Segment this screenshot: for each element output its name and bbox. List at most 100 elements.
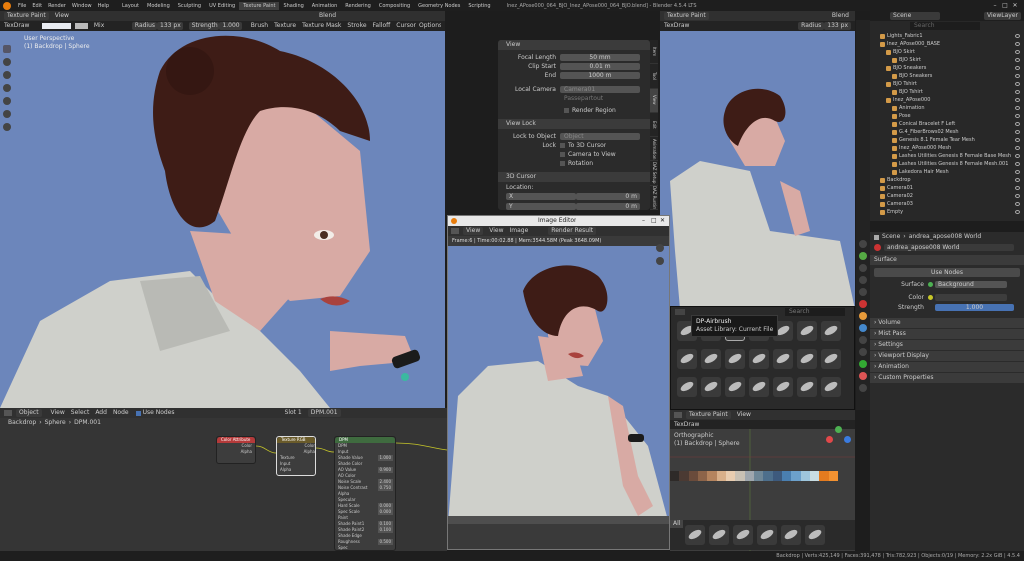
- visibility-eye-icon[interactable]: [1015, 130, 1020, 134]
- brush-thumb[interactable]: [797, 321, 817, 341]
- brush-menu-item[interactable]: Stroke: [344, 22, 369, 30]
- brush-menu-item[interactable]: Texture Mask: [299, 22, 344, 30]
- outliner-item[interactable]: Lashes Utilities Genesis 8 Female Base M…: [874, 152, 1024, 160]
- right-mode-dropdown[interactable]: Texture Paint: [664, 12, 709, 20]
- property-section-header[interactable]: › Settings: [870, 340, 1024, 350]
- brush-thumb[interactable]: [821, 377, 841, 397]
- palette-swatch[interactable]: [791, 471, 801, 481]
- brush-thumb[interactable]: [797, 349, 817, 369]
- physics-icon[interactable]: [859, 336, 867, 344]
- cursor-y-field[interactable]: 0 m: [576, 203, 640, 210]
- workspace-tab[interactable]: Animation: [308, 2, 342, 10]
- n-panel-tab[interactable]: Animation: [650, 137, 658, 162]
- br-mode-dropdown[interactable]: Texture Paint: [686, 411, 731, 419]
- mode-dropdown[interactable]: Texture Paint: [4, 12, 49, 20]
- view-section-header[interactable]: View: [498, 40, 650, 50]
- ie-view-dropdown[interactable]: View: [463, 227, 484, 235]
- outliner-item[interactable]: BJO Sneakers: [874, 72, 1024, 80]
- brush-thumb[interactable]: [733, 525, 754, 545]
- maximize-icon[interactable]: □: [1000, 2, 1010, 10]
- outliner-item[interactable]: Animation: [874, 104, 1024, 112]
- main-menu-item[interactable]: Render: [45, 2, 69, 10]
- brush-thumb[interactable]: [701, 377, 721, 397]
- brush-thumb[interactable]: [677, 349, 697, 369]
- world-icon[interactable]: [859, 300, 867, 308]
- brush-thumb[interactable]: [757, 525, 778, 545]
- main-menu-item[interactable]: File: [15, 2, 29, 10]
- palette-swatch[interactable]: [670, 471, 680, 481]
- outliner-item[interactable]: BJO Tshirt: [874, 80, 1024, 88]
- visibility-eye-icon[interactable]: [1015, 106, 1020, 110]
- ie-minimize-icon[interactable]: –: [642, 217, 651, 225]
- workspace-tab[interactable]: Rendering: [341, 2, 375, 10]
- asset-search-input[interactable]: Search: [785, 308, 845, 316]
- ie-zoom-icon[interactable]: [656, 244, 664, 252]
- brush-thumb[interactable]: [725, 377, 745, 397]
- modifier-icon[interactable]: [859, 324, 867, 332]
- palette-swatch[interactable]: [725, 471, 736, 481]
- ie-view-menu[interactable]: View: [489, 227, 503, 235]
- use-nodes-button[interactable]: Use Nodes: [874, 268, 1020, 277]
- palette-swatch[interactable]: [781, 471, 792, 481]
- visibility-eye-icon[interactable]: [1015, 98, 1020, 102]
- property-section-header[interactable]: › Viewport Display: [870, 351, 1024, 361]
- visibility-eye-icon[interactable]: [1015, 170, 1020, 174]
- brush-thumb[interactable]: [821, 349, 841, 369]
- palette-swatch[interactable]: [697, 471, 708, 481]
- outliner-item[interactable]: Camera03: [874, 200, 1024, 208]
- view-lock-header[interactable]: View Lock: [498, 119, 650, 129]
- br-all-tab[interactable]: All: [670, 520, 684, 528]
- brush-thumb[interactable]: [677, 377, 697, 397]
- ie-image-menu[interactable]: Image: [510, 227, 529, 235]
- palette-swatch[interactable]: [800, 471, 810, 481]
- brush-thumb[interactable]: [797, 377, 817, 397]
- palette-swatch[interactable]: [716, 471, 726, 481]
- palette-swatch[interactable]: [679, 471, 689, 481]
- visibility-eye-icon[interactable]: [1015, 50, 1020, 54]
- brush-thumb[interactable]: [749, 377, 769, 397]
- camera-to-view-checkbox-icon[interactable]: [560, 152, 565, 157]
- brush-thumb[interactable]: [685, 525, 706, 545]
- cursor-x-field[interactable]: 0 m: [576, 193, 640, 200]
- brush-thumb[interactable]: [781, 525, 802, 545]
- outliner-item[interactable]: Empty: [874, 208, 1024, 216]
- color-swatch[interactable]: [42, 23, 71, 29]
- visibility-eye-icon[interactable]: [1015, 58, 1020, 62]
- main-menu-item[interactable]: Window: [69, 2, 95, 10]
- brush-thumb[interactable]: [749, 349, 769, 369]
- br-view-menu[interactable]: View: [737, 411, 751, 419]
- visibility-eye-icon[interactable]: [1015, 90, 1020, 94]
- workspace-tab[interactable]: Scripting: [464, 2, 494, 10]
- world-name-field[interactable]: andrea_apose008 World: [884, 243, 1014, 251]
- ie-close-icon[interactable]: ✕: [660, 217, 669, 225]
- palette-swatch[interactable]: [688, 471, 698, 481]
- workspace-tab[interactable]: UV Editing: [205, 2, 239, 10]
- ie-editor-type-icon[interactable]: [451, 228, 459, 234]
- brush-menu-item[interactable]: Texture: [271, 22, 299, 30]
- secondary-swatch[interactable]: [74, 23, 88, 29]
- right-viewport[interactable]: Texture Paint Blend TexDraw Radius 133 p…: [660, 11, 855, 309]
- strength-field[interactable]: 1.000: [935, 304, 1014, 311]
- outliner-item[interactable]: G.4_FiberBrows02 Mesh: [874, 128, 1024, 136]
- outliner-item[interactable]: Lakedora Hair Mesh: [874, 168, 1024, 176]
- outliner-item[interactable]: BJO Skirt: [874, 56, 1024, 64]
- brush-thumb[interactable]: [773, 377, 793, 397]
- visibility-eye-icon[interactable]: [1015, 202, 1020, 206]
- asset-shelf-all-icon[interactable]: [675, 309, 685, 315]
- palette-swatch[interactable]: [735, 471, 745, 481]
- right-canvas-figure[interactable]: [660, 31, 855, 309]
- property-section-header[interactable]: › Mist Pass: [870, 329, 1024, 339]
- visibility-eye-icon[interactable]: [1015, 74, 1020, 78]
- render-icon[interactable]: [859, 252, 867, 260]
- palette-swatch[interactable]: [772, 471, 782, 481]
- right-blend-mode[interactable]: Blend: [832, 12, 849, 20]
- n-panel-tab[interactable]: Item: [650, 40, 658, 65]
- outliner-item[interactable]: BJO Skirt: [874, 48, 1024, 56]
- strength-value[interactable]: 1.000: [219, 22, 242, 30]
- visibility-eye-icon[interactable]: [1015, 146, 1020, 150]
- palette-swatch[interactable]: [819, 471, 829, 481]
- visibility-eye-icon[interactable]: [1015, 122, 1020, 126]
- n-panel-tab[interactable]: Tool: [650, 64, 658, 89]
- outliner-item[interactable]: Camera01: [874, 184, 1024, 192]
- n-panel-tab[interactable]: Edit: [650, 113, 658, 138]
